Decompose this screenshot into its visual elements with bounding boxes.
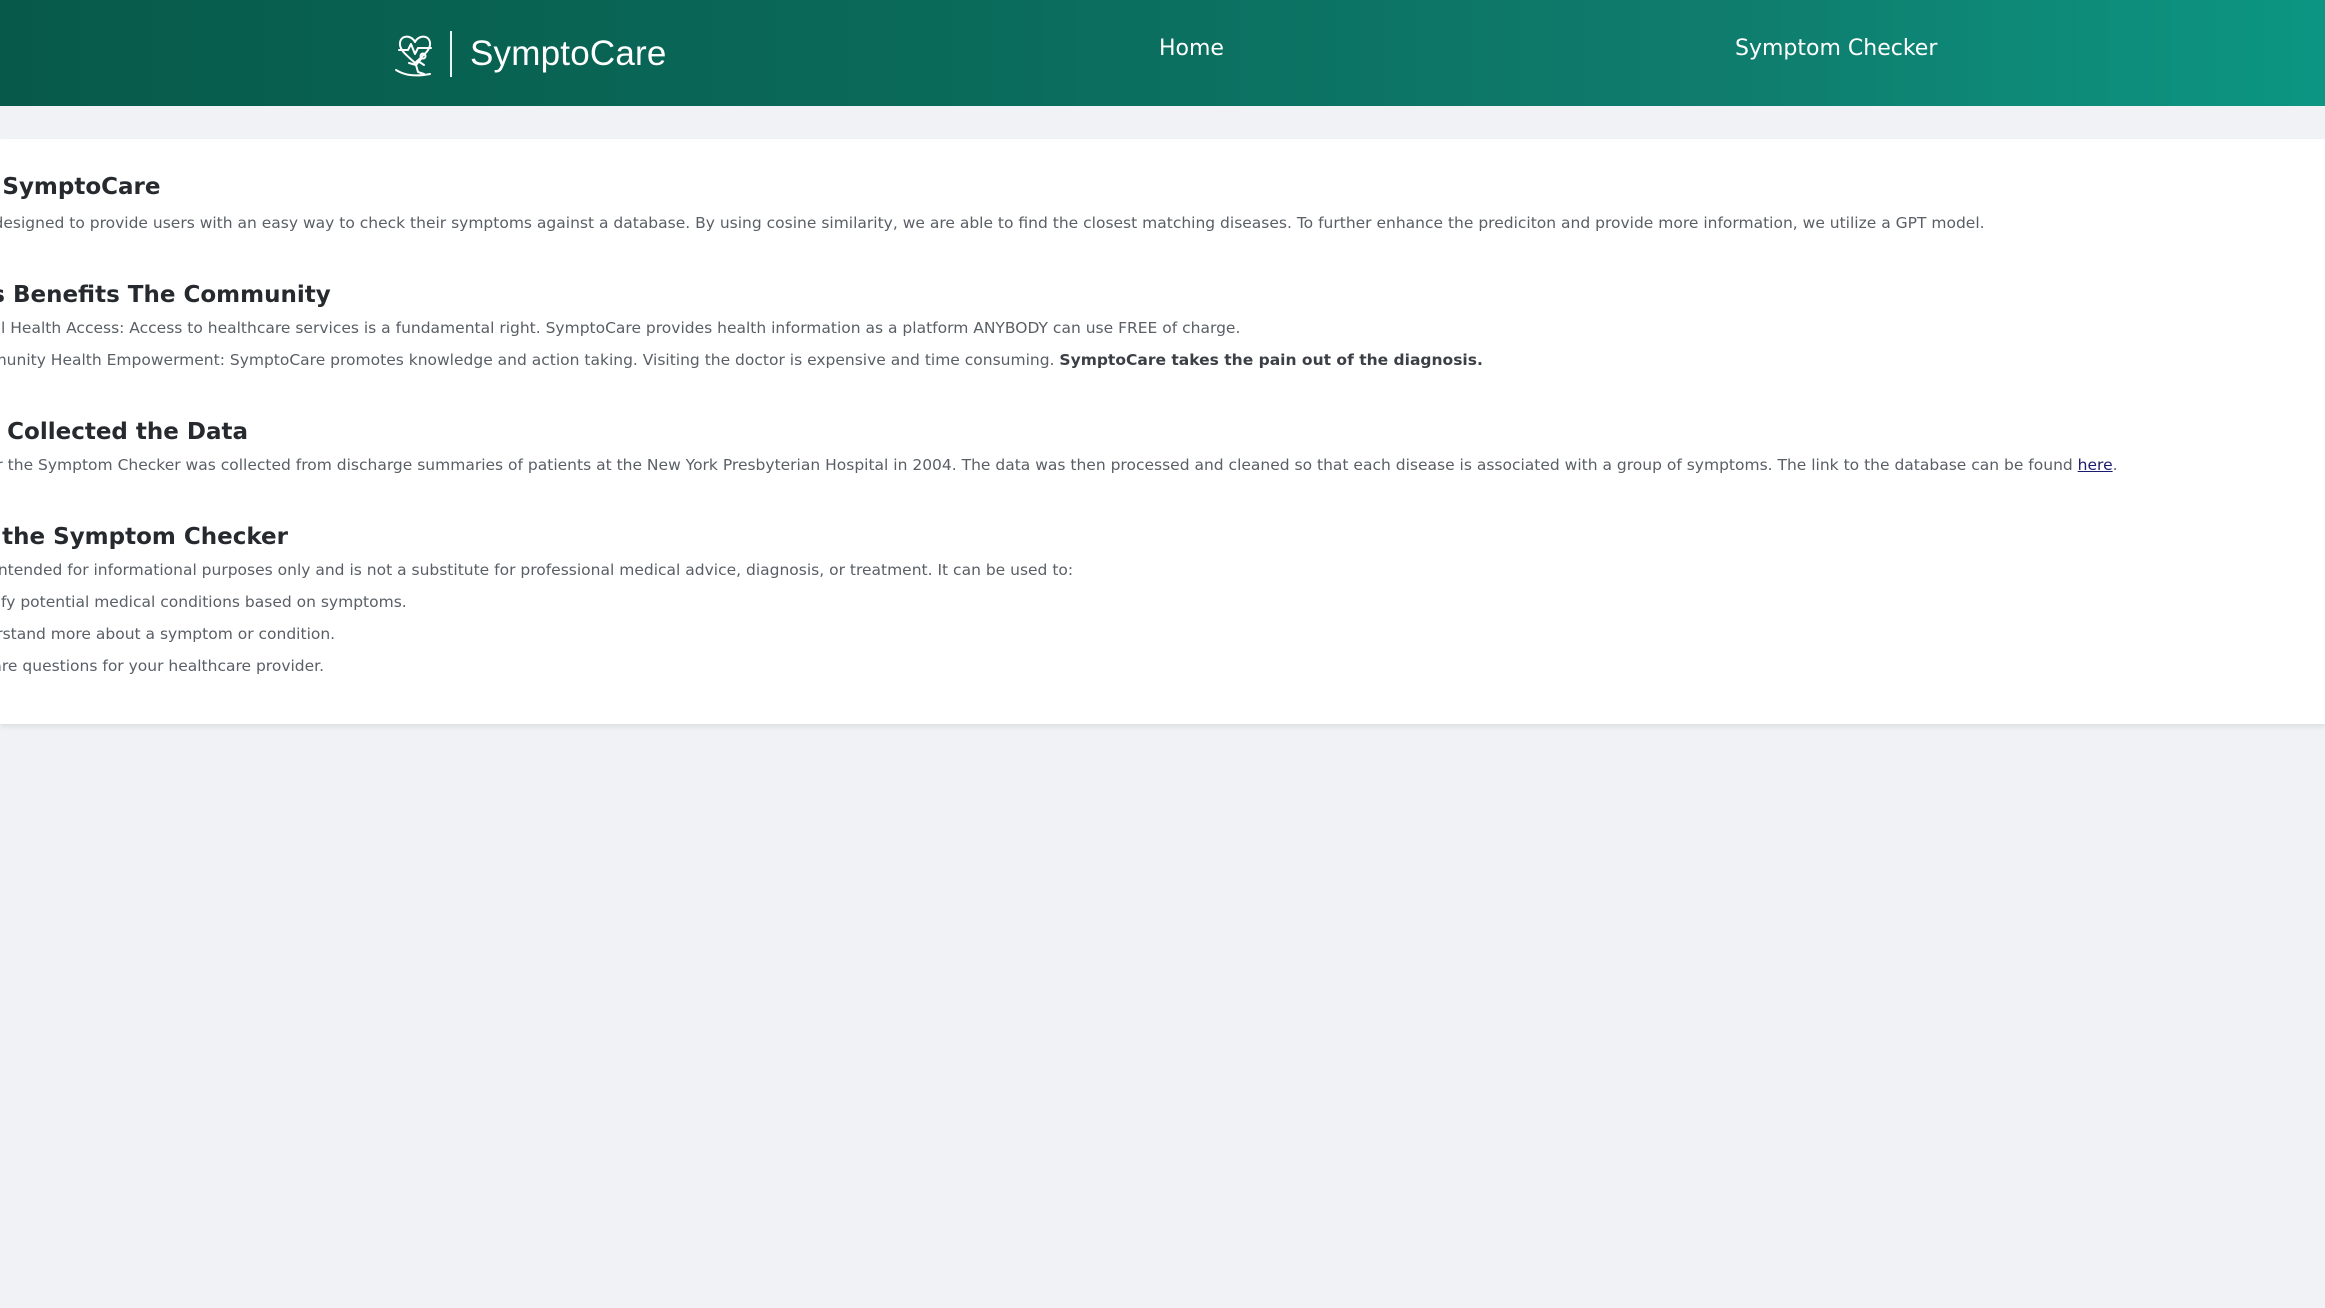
about-card: ut SymptoCare l is designed to provide u… xyxy=(0,139,2325,724)
brand-divider xyxy=(450,31,452,77)
data-heading: Ve Collected the Data xyxy=(0,419,248,445)
brand-logo[interactable]: SymptoCare xyxy=(394,30,667,78)
about-heading: ut SymptoCare xyxy=(0,174,161,200)
heart-pulse-runner-icon xyxy=(395,35,432,77)
empowerment-bold-text: SymptoCare takes the pain out of the dia… xyxy=(1059,351,1483,369)
list-item: lentify potential medical conditions bas… xyxy=(0,593,407,611)
benefits-heading: his Benefits The Community xyxy=(0,282,331,308)
nav-symptom-checker-link[interactable]: Symptom Checker xyxy=(1735,36,1937,61)
nav-home-link[interactable]: Home xyxy=(1159,36,1224,61)
empowerment-text: ommunity Health Empowerment: SymptoCare … xyxy=(0,351,1055,369)
benefits-item-health-access: igital Health Access: Access to healthca… xyxy=(0,319,1241,337)
list-item: nderstand more about a symptom or condit… xyxy=(0,625,336,643)
list-item: repare questions for your healthcare pro… xyxy=(0,657,325,675)
usage-heading: or the Symptom Checker xyxy=(0,524,288,550)
usage-intro: l is intended for informational purposes… xyxy=(0,561,1074,579)
top-navbar: SymptoCare Home Symptom Checker xyxy=(0,0,2325,106)
brand-name[interactable]: SymptoCare xyxy=(470,34,667,74)
data-description: a for the Symptom Checker was collected … xyxy=(0,456,2073,474)
data-text: a for the Symptom Checker was collected … xyxy=(0,456,2118,474)
about-text: l is designed to provide users with an e… xyxy=(0,214,1985,232)
data-end-punct: . xyxy=(2112,456,2118,474)
benefits-item-empowerment: ommunity Health Empowerment: SymptoCare … xyxy=(0,351,1483,369)
database-link[interactable]: here xyxy=(2078,456,2113,474)
